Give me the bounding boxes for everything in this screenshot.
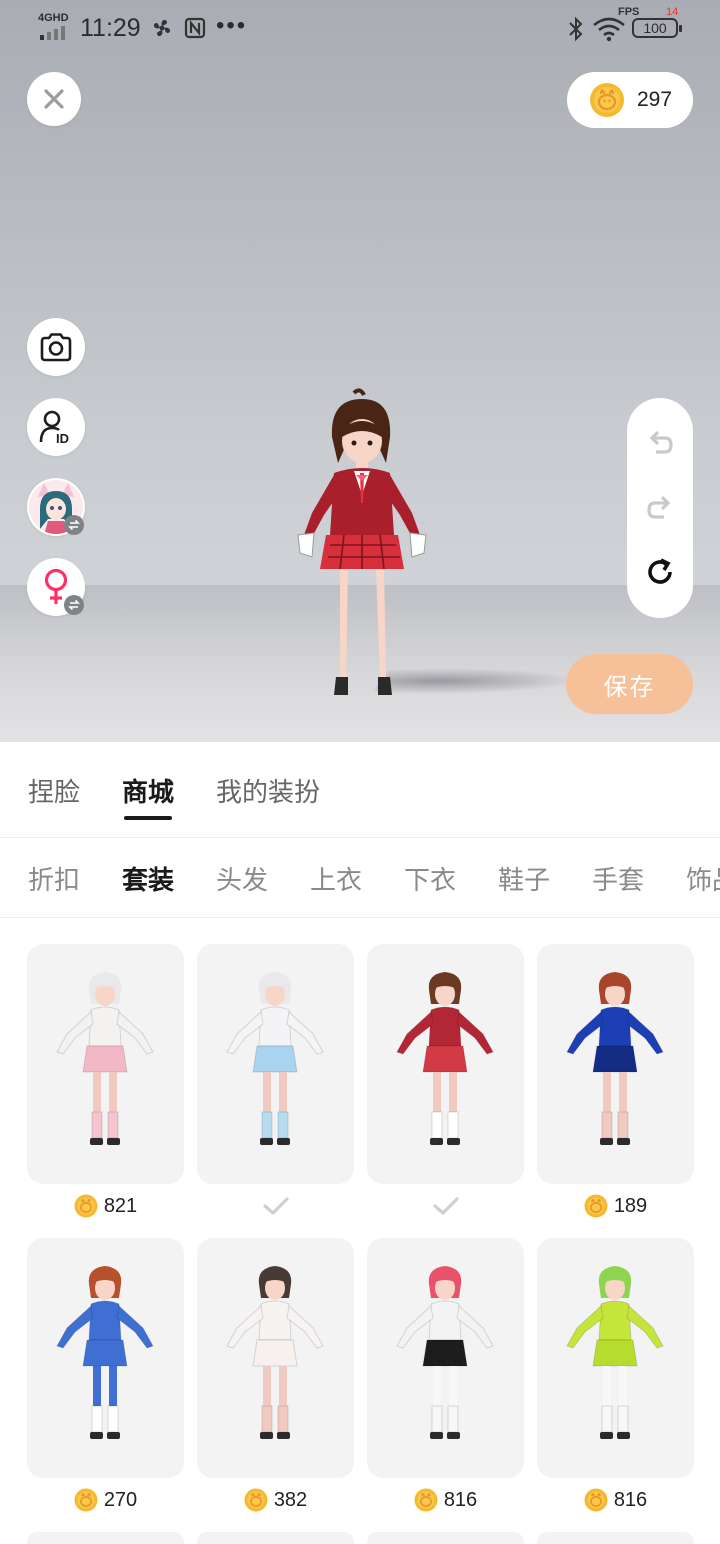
coin-icon: [74, 1488, 98, 1512]
category-shoes[interactable]: 鞋子: [498, 860, 550, 897]
category-discount[interactable]: 折扣: [28, 860, 80, 897]
camera-button[interactable]: [27, 318, 85, 376]
price-value: 189: [613, 1194, 648, 1217]
category-bottoms[interactable]: 下衣: [404, 860, 456, 897]
price-value: 816: [443, 1488, 478, 1511]
redo-icon[interactable]: [644, 491, 676, 523]
gender-switch-button[interactable]: [27, 558, 85, 616]
avatar-editor-screen: 4GHD 11:29 ••• FPS 14 100 297 ID 保存 捏脸 商…: [0, 0, 720, 1544]
outfit-price: 270: [27, 1482, 184, 1518]
fan-icon: [153, 19, 171, 37]
undo-icon[interactable]: [644, 426, 676, 458]
signal-icon: [40, 26, 65, 40]
outfit-card[interactable]: [197, 1532, 354, 1544]
more-notifications-icon: •••: [216, 12, 248, 39]
outfit-figure: [566, 1266, 664, 1439]
outfit-price: 382: [197, 1482, 354, 1518]
outfit-price: 189: [537, 1188, 694, 1224]
avatar-model: [297, 388, 427, 695]
outfit-figure: [396, 972, 494, 1145]
fps-value: 14: [666, 6, 679, 18]
profile-id-button[interactable]: ID: [27, 398, 85, 456]
swap-icon: [64, 515, 84, 535]
owned-indicator: [197, 1188, 354, 1224]
outfit-card[interactable]: [367, 944, 524, 1184]
category-gloves[interactable]: 手套: [592, 860, 644, 897]
outfit-card[interactable]: [27, 944, 184, 1184]
outfit-figure: [56, 972, 154, 1145]
category-tops[interactable]: 上衣: [310, 860, 362, 897]
profile-id-icon: ID: [39, 410, 69, 445]
clock: 11:29: [80, 14, 141, 42]
outfit-figure: [566, 972, 664, 1145]
price-value: 270: [103, 1488, 138, 1511]
outfit-price: 816: [537, 1482, 694, 1518]
save-button[interactable]: 保存: [566, 654, 693, 714]
coin-icon: [74, 1194, 98, 1218]
tab-my-outfits[interactable]: 我的装扮: [216, 772, 320, 809]
svg-text:ID: ID: [56, 431, 69, 445]
coin-balance[interactable]: 297: [567, 72, 693, 128]
price-value: 821: [103, 1194, 138, 1217]
tab-face[interactable]: 捏脸: [28, 772, 80, 809]
coin-icon: [244, 1488, 268, 1512]
close-icon: [44, 89, 64, 109]
category-accessories[interactable]: 饰品: [686, 860, 720, 897]
active-tab-indicator: [124, 816, 172, 820]
outfit-figure: [56, 1266, 154, 1439]
coin-icon: [414, 1488, 438, 1512]
coin-icon: [584, 1194, 608, 1218]
wifi-icon: [593, 17, 625, 42]
outfit-card[interactable]: [537, 1532, 694, 1544]
outfit-card[interactable]: [197, 944, 354, 1184]
reset-icon[interactable]: [644, 556, 676, 588]
close-button[interactable]: [27, 72, 81, 126]
avatar-switch-button[interactable]: [27, 478, 85, 536]
outfit-price: 816: [367, 1482, 524, 1518]
nfc-icon: [184, 17, 206, 39]
outfit-card[interactable]: [27, 1238, 184, 1478]
checkmark-icon: [432, 1197, 459, 1215]
coin-count: 297: [637, 88, 673, 111]
outfit-price: 821: [27, 1188, 184, 1224]
coin-icon: [584, 1488, 608, 1512]
history-controls: [627, 398, 693, 618]
main-tabs: 捏脸 商城 我的装扮: [0, 742, 720, 838]
category-tabs[interactable]: 折扣 套装 头发 上衣 下衣 鞋子 手套 饰品: [0, 838, 720, 918]
network-type: 4GHD: [38, 12, 69, 24]
outfit-card[interactable]: [367, 1532, 524, 1544]
shop-panel: 捏脸 商城 我的装扮 折扣 套装 头发 上衣 下衣 鞋子 手套 饰品 821 18…: [0, 742, 720, 1544]
category-sets[interactable]: 套装: [122, 860, 174, 897]
bluetooth-icon: [569, 16, 583, 42]
outfit-figure: [226, 1266, 324, 1439]
tab-shop[interactable]: 商城: [122, 772, 174, 809]
battery-indicator: 100: [632, 18, 682, 38]
outfit-card[interactable]: [537, 1238, 694, 1478]
price-value: 816: [613, 1488, 648, 1511]
status-bar: 4GHD 11:29 ••• FPS 14 100: [0, 0, 720, 56]
outfit-figure: [226, 972, 324, 1145]
outfit-card[interactable]: [27, 1532, 184, 1544]
outfit-card[interactable]: [367, 1238, 524, 1478]
outfit-card[interactable]: [197, 1238, 354, 1478]
swap-icon: [64, 595, 84, 615]
outfit-figure: [396, 1266, 494, 1439]
avatar-stage[interactable]: 4GHD 11:29 ••• FPS 14 100 297 ID 保存: [0, 0, 720, 742]
checkmark-icon: [262, 1197, 289, 1215]
camera-icon: [40, 333, 72, 362]
category-hair[interactable]: 头发: [216, 860, 268, 897]
fps-label: FPS: [618, 6, 640, 18]
outfit-card[interactable]: [537, 944, 694, 1184]
owned-indicator: [367, 1188, 524, 1224]
price-value: 382: [273, 1488, 308, 1511]
coin-icon: [590, 83, 624, 117]
